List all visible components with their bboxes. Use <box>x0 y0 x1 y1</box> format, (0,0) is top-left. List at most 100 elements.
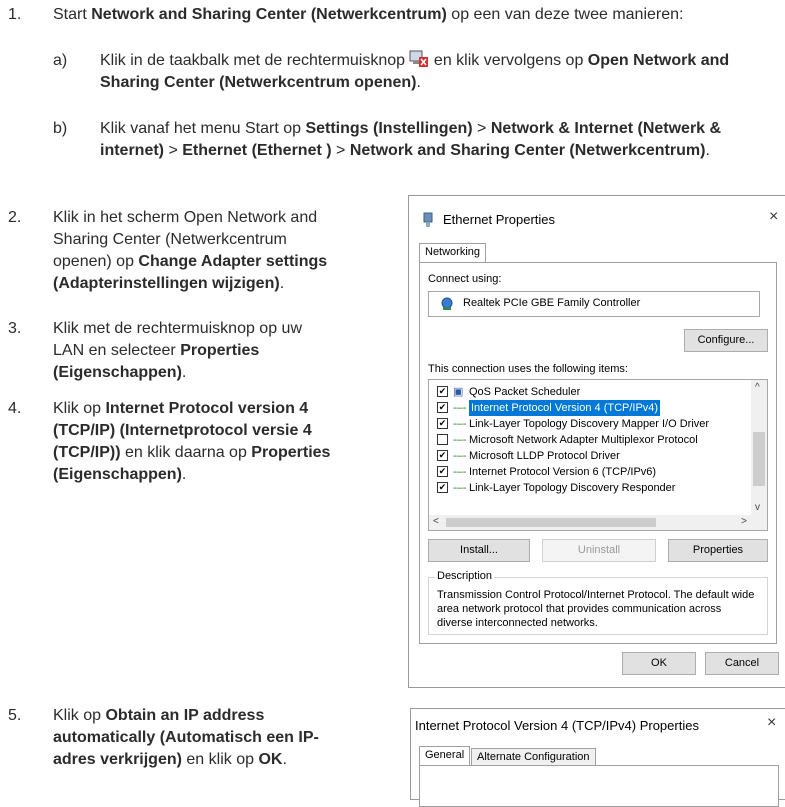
tab-general[interactable]: General <box>419 746 471 766</box>
step-2-number: 2. <box>8 209 22 226</box>
ipv4-close-icon[interactable]: × <box>767 714 776 732</box>
list-item[interactable]: ✔ ▣ QoS Packet Scheduler <box>437 384 749 400</box>
step-text-run: Klik met de rechtermuisknop op uw LAN en… <box>53 320 302 359</box>
connect-using-label: Connect using: <box>428 273 502 285</box>
step-1-text: Start Network and Sharing Center (Netwer… <box>53 4 783 26</box>
step-text-run: Klik in de taakbalk met de rechtermuiskn… <box>100 52 410 69</box>
network-tray-icon <box>409 50 429 67</box>
tab-networking[interactable]: Networking <box>419 243 487 263</box>
list-item-label: QoS Packet Scheduler <box>469 386 581 398</box>
description-text: Transmission Control Protocol/Internet P… <box>437 589 755 629</box>
checkbox-checked-icon[interactable]: ✔ <box>437 450 448 461</box>
step-1a-letter: a) <box>53 52 68 69</box>
step-text-bold: Settings (Instellingen) <box>305 120 473 137</box>
step-text-bold: OK <box>258 751 283 768</box>
protocol-icon: -–- <box>453 434 467 446</box>
ipv4-dialog-title: Internet Protocol Version 4 (TCP/IPv4) P… <box>415 718 699 733</box>
checkbox-checked-icon[interactable]: ✔ <box>437 466 448 477</box>
step-text-run: > <box>472 120 491 137</box>
step-text-run: op een van deze twee manieren: <box>446 6 684 23</box>
list-item[interactable]: ✔ -–- Internet Protocol Version 4 (TCP/IPv… <box>437 400 749 416</box>
checkbox-unchecked-icon[interactable] <box>437 434 448 445</box>
step-text-run: . <box>279 275 285 292</box>
tab-alternate-configuration[interactable]: Alternate Configuration <box>471 748 596 766</box>
step-text-run: Klik op <box>53 400 106 417</box>
step-text-run: en klik vervolgens op <box>429 52 588 69</box>
step-text-run: . <box>416 74 421 91</box>
step-3-text: Klik met de rechtermuisknop op uw LAN en… <box>53 318 323 384</box>
step-4-number: 4. <box>8 400 22 417</box>
step-text-run: . <box>181 466 187 483</box>
step-text-run: . <box>282 751 287 768</box>
list-item[interactable]: ✔ -–- Link-Layer Topology Discovery Mapper… <box>437 416 749 432</box>
list-item[interactable]: ✔ -–- Internet Protocol Version 6 (TCP/IPv… <box>437 464 749 480</box>
close-icon[interactable]: × <box>769 208 778 226</box>
protocol-icon: -–- <box>453 450 467 462</box>
list-item[interactable]: ✔ -–- Link-Layer Topology Discovery Respon… <box>437 480 749 496</box>
list-item-label: Internet Protocol Version 4 (TCP/IPv4) <box>469 400 661 416</box>
step-text-run: Start <box>53 6 92 23</box>
step-text-run: Klik op <box>53 707 106 724</box>
step-5-number: 5. <box>8 707 22 724</box>
checkbox-checked-icon[interactable]: ✔ <box>437 482 448 493</box>
install-button[interactable]: Install... <box>428 539 530 562</box>
dialog-title: Ethernet Properties <box>443 212 556 227</box>
step-text-run: Klik vanaf het menu Start op <box>100 120 306 137</box>
cancel-button[interactable]: Cancel <box>705 652 779 675</box>
step-4-text: Klik op Internet Protocol version 4 (TCP… <box>53 398 353 486</box>
general-panel <box>419 765 779 807</box>
checkbox-checked-icon[interactable]: ✔ <box>437 402 448 413</box>
list-item-label: Link-Layer Topology Discovery Responder <box>469 482 676 494</box>
description-title: Description <box>435 570 495 582</box>
scroll-down-icon[interactable]: v <box>755 502 760 513</box>
step-2-text: Klik in het scherm Open Network and Shar… <box>53 207 343 295</box>
list-item-label: Microsoft LLDP Protocol Driver <box>469 450 620 462</box>
ok-button[interactable]: OK <box>622 652 696 675</box>
adapter-name: Realtek PCIe GBE Family Controller <box>463 297 641 309</box>
list-item-label: Internet Protocol Version 6 (TCP/IPv6) <box>469 466 657 478</box>
step-text-run: > <box>164 142 183 159</box>
step-3-number: 3. <box>8 320 22 337</box>
ethernet-properties-dialog: Ethernet Properties × Networking Connect… <box>408 195 785 688</box>
properties-button[interactable]: Properties <box>668 539 768 562</box>
protocol-icon: -–- <box>453 482 467 494</box>
networking-panel: Connect using: Realtek PCIe GBE Family C… <box>419 262 777 644</box>
ethernet-adapter-icon <box>423 212 433 227</box>
network-adapter-icon <box>441 297 453 310</box>
list-item-label: Link-Layer Topology Discovery Mapper I/O… <box>469 418 710 430</box>
description-group: Description Transmission Control Protoco… <box>428 570 768 635</box>
list-item[interactable]: ✔ -–- Microsoft LLDP Protocol Driver <box>437 448 749 464</box>
step-text-run: > <box>331 142 350 159</box>
protocol-icon: -–- <box>453 418 467 430</box>
ipv4-properties-dialog: Internet Protocol Version 4 (TCP/IPv4) P… <box>410 708 785 807</box>
step-1-number: 1. <box>8 6 22 23</box>
step-1b-letter: b) <box>53 120 68 137</box>
step-text-run: en klik daarna op <box>120 444 252 461</box>
checkbox-checked-icon[interactable]: ✔ <box>437 386 448 397</box>
step-text-bold: Network and Sharing Center (Netwerkcentr… <box>91 6 447 23</box>
scroll-left-icon[interactable]: < <box>433 516 439 527</box>
list-item-label: Microsoft Network Adapter Multiplexor Pr… <box>469 434 698 446</box>
scroll-right-icon[interactable]: > <box>741 516 747 527</box>
step-5-text: Klik op Obtain an IP address automatical… <box>53 705 353 771</box>
step-1b-text: Klik vanaf het menu Start op Settings (I… <box>100 118 760 162</box>
adapter-field: Realtek PCIe GBE Family Controller <box>428 291 760 317</box>
horizontal-scroll-thumb[interactable] <box>446 518 656 527</box>
configure-button[interactable]: Configure... <box>684 329 768 352</box>
step-text-run: . <box>705 142 710 159</box>
vertical-scroll-thumb[interactable] <box>753 432 765 486</box>
checkbox-checked-icon[interactable]: ✔ <box>437 418 448 429</box>
step-text-run: en klik op <box>181 751 259 768</box>
protocol-icon: -–- <box>453 466 467 478</box>
horizontal-scrollbar[interactable]: < > <box>429 515 767 530</box>
uninstall-button: Uninstall <box>542 539 656 562</box>
step-text-bold: Network and Sharing Center (Netwerkcentr… <box>349 142 706 159</box>
items-list[interactable]: ✔ ▣ QoS Packet Scheduler ✔ -–- Internet Proto… <box>428 379 768 531</box>
protocol-icon: -–- <box>453 402 467 414</box>
scroll-up-icon[interactable]: ^ <box>755 382 760 393</box>
items-label: This connection uses the following items… <box>428 363 628 375</box>
list-item[interactable]: -–- Microsoft Network Adapter Multiplexor… <box>437 432 749 448</box>
step-text-bold: Ethernet (Ethernet ) <box>182 142 332 159</box>
step-1a-text: Klik in de taakbalk met de rechtermuiskn… <box>100 50 760 94</box>
vertical-scrollbar[interactable]: ^ v <box>751 380 767 515</box>
